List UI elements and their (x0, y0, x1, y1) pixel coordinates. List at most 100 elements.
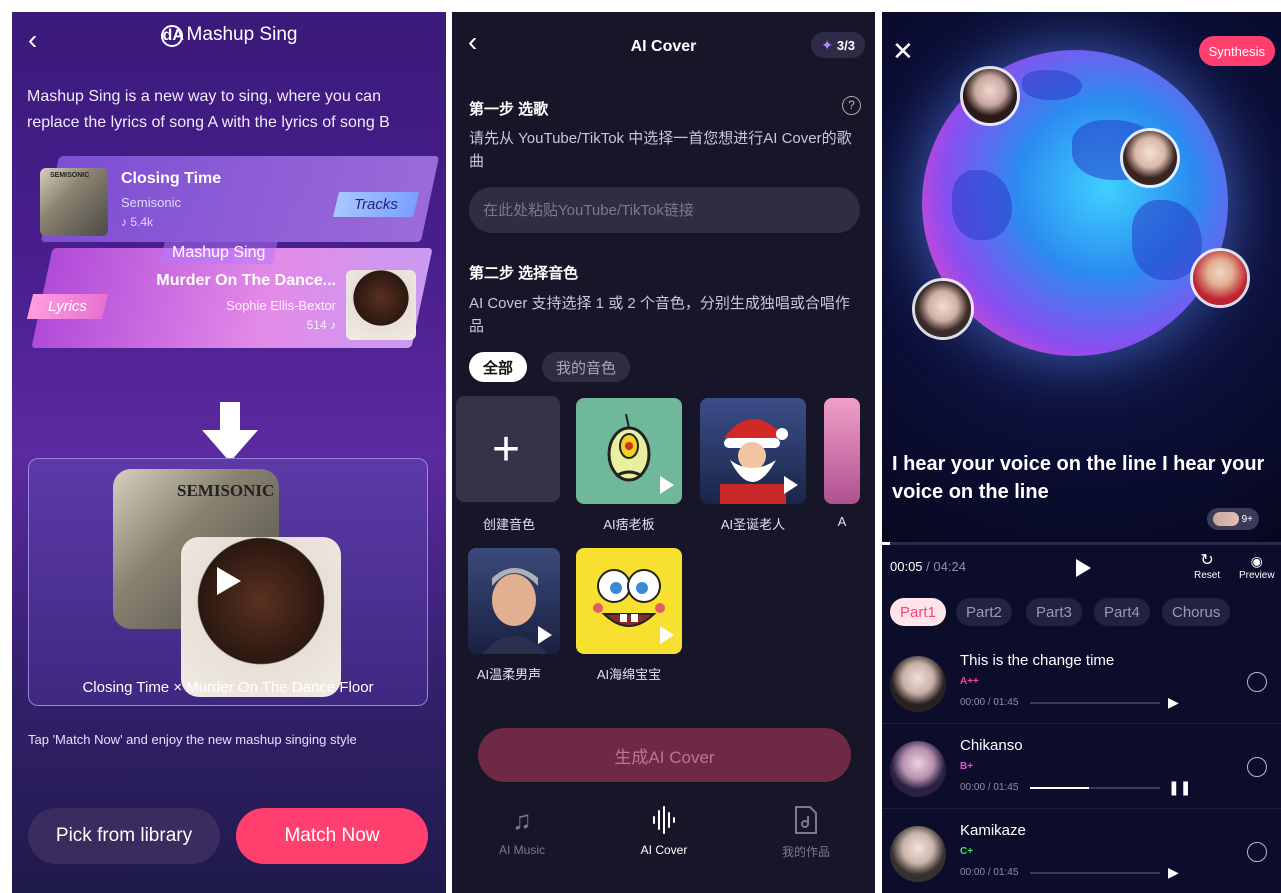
pick-from-library-button[interactable]: Pick from library (28, 808, 220, 864)
singer-avatar[interactable] (960, 66, 1020, 126)
avatar (890, 741, 946, 797)
generate-ai-cover-button[interactable]: 生成AI Cover (478, 728, 851, 782)
voice-tile-plankton[interactable] (576, 398, 682, 504)
track-row[interactable]: Kamikaze C+ 00:00 / 01:45 ▶ (882, 814, 1281, 893)
music-note-icon: ♫ (512, 805, 532, 835)
track-time: 00:00 / 01:45 (960, 867, 1019, 878)
link-input[interactable] (469, 187, 860, 233)
eye-icon: ◉ (1250, 553, 1263, 569)
synthesis-screen: ✕ Synthesis I hear your voice on the lin… (882, 12, 1281, 893)
track-album-art: SEMISONIC (40, 168, 108, 236)
play-icon[interactable] (660, 476, 674, 494)
lyrics-song-title: Murder On The Dance... (156, 272, 336, 289)
tab-my-works[interactable]: 我的作品 (756, 805, 856, 860)
lyrics-song-artist: Sophie Ellis-Bextor (226, 298, 336, 313)
participants-badge[interactable]: 9+ (1206, 508, 1259, 530)
play-icon[interactable] (660, 626, 674, 644)
voice-tile-spongebob[interactable] (576, 548, 682, 654)
voice-label: A (837, 514, 847, 529)
avatar-stack-icon (1212, 512, 1239, 526)
my-works-icon (756, 805, 856, 837)
help-icon[interactable]: ? (842, 96, 861, 115)
track-time: 00:00 / 01:45 (960, 697, 1019, 708)
credits-counter: ✦ 3/3 (811, 32, 865, 58)
mashup-logo-icon: dA (160, 25, 184, 47)
preview-button[interactable]: ◉ Preview (1239, 552, 1275, 581)
track-title: Chikanso (960, 737, 1023, 754)
track-title: This is the change time (960, 652, 1115, 669)
play-icon[interactable] (538, 626, 552, 644)
plays-icon: ♪ (121, 215, 127, 229)
tab-part2[interactable]: Part2 (956, 598, 1012, 626)
tab-part4[interactable]: Part4 (1094, 598, 1150, 626)
voice-label: 创建音色 (482, 517, 535, 532)
synthesis-button[interactable]: Synthesis (1198, 36, 1275, 66)
arrow-down-icon (202, 402, 258, 462)
create-voice-tile[interactable]: + (456, 396, 560, 502)
lyrics-album-art (346, 270, 416, 340)
sparkle-icon: ✦ (821, 36, 833, 53)
select-radio[interactable] (1247, 757, 1267, 777)
play-icon[interactable] (1074, 558, 1092, 578)
singer-avatar[interactable] (912, 278, 974, 340)
bottom-tab-bar: ♫ AI Music AI Cover 我的作品 (452, 797, 875, 893)
time-readout: 00:05 / 04:24 (890, 559, 966, 574)
step2-desc: AI Cover 支持选择 1 或 2 个音色，分别生成独唱或合唱作品 (469, 295, 850, 335)
play-icon[interactable]: ▶ (1168, 694, 1179, 711)
track-progress-bar[interactable] (1030, 702, 1160, 704)
match-caption: Closing Time × Murder On The Dance Floor (82, 679, 374, 696)
mashup-label: Mashup Sing (159, 242, 279, 264)
match-now-button[interactable]: Match Now (236, 808, 428, 864)
avatar (890, 826, 946, 882)
main-progress-bar[interactable] (882, 542, 1281, 545)
reset-button[interactable]: ↻ Reset (1194, 552, 1220, 581)
voice-tile-partial[interactable] (824, 398, 860, 504)
grade-badge: C+ (960, 846, 974, 857)
track-song-plays: 5.4k (130, 215, 154, 229)
track-row[interactable]: This is the change time A++ 00:00 / 01:45 ▶ (882, 644, 1281, 724)
singer-avatar[interactable] (1120, 128, 1180, 188)
track-song-title: Closing Time (121, 170, 222, 187)
tab-ai-cover[interactable]: AI Cover (614, 805, 714, 857)
current-lyric: I hear your voice on the line I hear you… (892, 453, 1265, 503)
filter-mine[interactable]: 我的音色 (542, 352, 631, 382)
pause-icon[interactable]: ❚❚ (1168, 779, 1191, 796)
track-row[interactable]: Chikanso B+ 00:00 / 01:45 ❚❚ (882, 729, 1281, 809)
tab-ai-music[interactable]: ♫ AI Music (472, 805, 572, 857)
voice-tile-santa[interactable] (700, 398, 806, 504)
player-panel: 00:05 / 04:24 ↻ Reset ◉ Preview Part1 Pa… (882, 542, 1281, 893)
avatar (890, 656, 946, 712)
step1-desc: 请先从 YouTube/TikTok 中选择一首您想进行AI Cover的歌曲 (469, 130, 852, 170)
voice-label: AI海绵宝宝 (596, 667, 662, 682)
page-title: dA Mashup Sing (160, 24, 298, 47)
match-preview-card[interactable]: SEMISONIC Closing Time × Murder On The D… (28, 458, 428, 706)
play-icon[interactable]: ▶ (1168, 864, 1179, 881)
select-radio[interactable] (1247, 672, 1267, 692)
voice-label: AI痞老板 (603, 517, 655, 532)
lyrics-song-plays: 514 (306, 318, 327, 332)
play-icon[interactable] (784, 476, 798, 494)
voice-label: AI圣诞老人 (720, 517, 786, 532)
step2-title: 第二步 选择音色 (469, 265, 579, 282)
filter-all[interactable]: 全部 (469, 352, 528, 382)
tab-part1[interactable]: Part1 (890, 598, 946, 626)
ai-cover-screen: ‹ AI Cover ✦ 3/3 第一步 选歌 ? 请先从 YouTube/Tik… (452, 12, 875, 893)
close-icon[interactable]: ✕ (892, 38, 914, 64)
lyrics-album-cover (181, 537, 341, 697)
plus-icon: + (492, 423, 521, 476)
waveform-icon (614, 805, 714, 837)
voice-tile-gentle-male[interactable] (468, 548, 560, 654)
step1-title: 第一步 选歌 (469, 101, 549, 118)
play-icon[interactable] (209, 563, 245, 599)
grade-badge: B+ (960, 761, 974, 772)
grade-badge: A++ (960, 676, 979, 687)
track-progress-bar[interactable] (1030, 787, 1160, 789)
select-radio[interactable] (1247, 842, 1267, 862)
singer-avatar[interactable] (1190, 248, 1250, 308)
track-progress-bar[interactable] (1030, 872, 1160, 874)
tracks-tag: Tracks (332, 192, 420, 217)
globe-stage: ✕ Synthesis I hear your voice on the lin… (882, 12, 1281, 542)
tab-part3[interactable]: Part3 (1026, 598, 1082, 626)
description: Mashup Sing is a new way to sing, where … (27, 88, 390, 131)
tab-chorus[interactable]: Chorus (1162, 598, 1231, 626)
